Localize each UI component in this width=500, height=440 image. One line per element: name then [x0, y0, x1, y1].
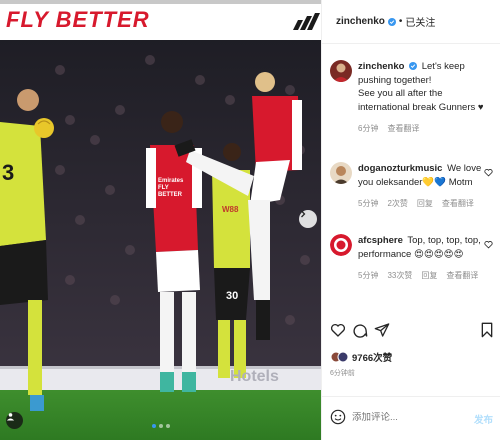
like-heart-icon[interactable] — [330, 322, 346, 338]
chevron-right-icon — [301, 210, 306, 218]
post-comment-button[interactable]: 发布 — [474, 412, 493, 426]
comment-username[interactable]: afcsphere — [358, 235, 403, 246]
home-shirt-sponsor: Emirates FLY BETTER — [158, 178, 184, 198]
verified-badge-icon — [387, 17, 396, 26]
left-shirt-number: 3 — [2, 160, 15, 185]
comment-time: 5分钟 — [358, 199, 379, 208]
comment-likes[interactable]: 2次赞 — [387, 197, 407, 211]
person-icon — [6, 413, 15, 421]
header-separator: • — [398, 16, 403, 27]
caption: zinchenko Let's keep pushing together! S… — [330, 60, 498, 150]
share-icon[interactable] — [374, 322, 390, 338]
comment-meta: 5分钟 33次赞 回复 查看翻译 — [358, 269, 484, 283]
add-comment-input[interactable] — [352, 412, 462, 423]
post-timestamp: 6分钟前 — [330, 370, 355, 377]
reply-button[interactable]: 回复 — [417, 197, 433, 211]
comment-meta: 5分钟 2次赞 回复 查看翻译 — [358, 197, 484, 211]
caption-meta: 6分钟 查看翻译 — [358, 122, 494, 136]
carousel-dot — [166, 424, 170, 428]
liked-by-avatars — [330, 351, 349, 363]
reply-button[interactable]: 回复 — [421, 269, 437, 283]
tagged-users-button[interactable] — [6, 412, 23, 429]
post-actions — [322, 318, 500, 346]
carousel-dot — [152, 424, 156, 428]
save-bookmark-icon[interactable] — [480, 322, 494, 338]
carousel-dot — [159, 424, 163, 428]
away-shirt-sponsor: W88 — [222, 205, 239, 214]
post-photo[interactable]: FLY BETTER Emirates FLY BETTER W88 30 3 … — [0, 0, 321, 440]
header-username[interactable]: zinchenko — [336, 16, 385, 27]
caption-time: 6分钟 — [358, 124, 379, 133]
emoji-icon[interactable] — [330, 409, 346, 425]
caption-username[interactable]: zinchenko — [358, 61, 404, 72]
away-shirt-number: 30 — [226, 290, 239, 302]
see-translation-link[interactable]: 查看翻译 — [446, 269, 478, 283]
comment-item: afcsphere Top, top, top, top, performanc… — [330, 234, 498, 294]
next-image-button[interactable] — [299, 210, 317, 228]
likes-count: 9766次赞 — [352, 353, 393, 364]
avatar[interactable] — [330, 60, 352, 82]
comment-icon[interactable] — [352, 322, 368, 338]
verified-badge-icon — [409, 62, 418, 70]
banner-text: FLY BETTER — [6, 7, 150, 32]
like-comment-heart-icon[interactable] — [484, 168, 493, 177]
post-header: zinchenko • 已关注 — [322, 0, 500, 44]
post-side-panel: zinchenko • 已关注 zinchenko Let's keep pus… — [321, 0, 500, 440]
see-translation-link[interactable]: 查看翻译 — [442, 197, 474, 211]
comment-item: doganozturkmusic We love you oleksander💛… — [330, 162, 498, 222]
pitchside-board-text: Hotels — [230, 368, 279, 385]
add-comment-bar: 发布 — [322, 396, 500, 440]
like-comment-heart-icon[interactable] — [484, 240, 493, 249]
avatar[interactable] — [330, 162, 352, 184]
comment-time: 5分钟 — [358, 271, 379, 280]
see-translation-link[interactable]: 查看翻译 — [387, 122, 419, 136]
following-button[interactable]: 已关注 — [405, 14, 435, 29]
carousel-dots — [152, 424, 170, 428]
comment-likes[interactable]: 33次赞 — [387, 269, 412, 283]
comment-username[interactable]: doganozturkmusic — [358, 163, 442, 174]
avatar[interactable] — [330, 234, 352, 256]
likes-summary[interactable]: 9766次赞 — [330, 350, 392, 364]
